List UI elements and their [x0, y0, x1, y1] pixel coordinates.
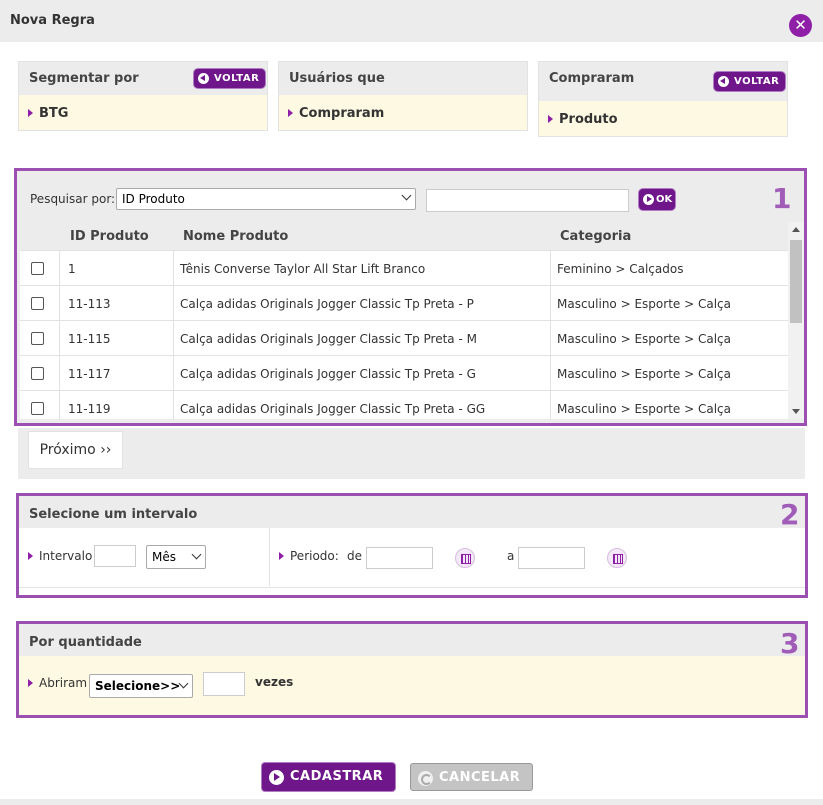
- cell-id: 11-113: [68, 297, 111, 311]
- close-button[interactable]: ✕: [789, 14, 812, 37]
- pager-bar: Próximo ››: [18, 428, 805, 479]
- play-icon: [269, 770, 284, 785]
- crumb-label: Segmentar por: [29, 71, 139, 86]
- bullet-arrow-icon: [28, 679, 33, 687]
- table-row[interactable]: 11-115 Calça adidas Originals Jogger Cla…: [20, 320, 791, 355]
- voltar-button[interactable]: VOLTAR: [714, 72, 786, 91]
- column-header: Nome Produto: [183, 229, 289, 244]
- cell-category: Masculino > Esporte > Calça: [557, 367, 731, 381]
- dialog-titlebar: Nova Regra ✕: [0, 0, 823, 42]
- crumb-segmentar: Segmentar por VOLTAR BTG: [18, 61, 268, 131]
- cadastrar-button[interactable]: CADASTRAR: [262, 763, 395, 791]
- calendar-icon[interactable]: [607, 548, 627, 568]
- cell-category: Feminino > Calçados: [557, 262, 684, 276]
- cell-id: 1: [68, 262, 76, 276]
- table-row[interactable]: 11-117 Calça adidas Originals Jogger Cla…: [20, 355, 791, 390]
- column-divider: [550, 250, 551, 419]
- cell-category: Masculino > Esporte > Calça: [557, 297, 731, 311]
- column-header: ID Produto: [70, 229, 149, 244]
- table-row[interactable]: 11-113 Calça adidas Originals Jogger Cla…: [20, 285, 791, 320]
- row-checkbox[interactable]: [31, 402, 44, 415]
- bullet-arrow-icon: [288, 109, 293, 117]
- cell-id: 11-117: [68, 367, 111, 381]
- column-header: Categoria: [560, 229, 632, 244]
- times-label: vezes: [255, 675, 294, 689]
- back-arrow-icon: [718, 76, 729, 87]
- crumb-compraram: Compraram VOLTAR Produto: [538, 61, 788, 137]
- ok-button[interactable]: OK: [639, 189, 675, 210]
- bullet-arrow-icon: [28, 552, 33, 560]
- from-label: de: [347, 549, 362, 563]
- row-checkbox[interactable]: [31, 297, 44, 310]
- crumb-label: Usuários que: [289, 71, 385, 86]
- panel-divider: [269, 528, 270, 586]
- cell-name: Calça adidas Originals Jogger Classic Tp…: [180, 367, 476, 381]
- cell-name: Calça adidas Originals Jogger Classic Tp…: [180, 332, 477, 346]
- step-number: 3: [780, 627, 800, 660]
- cell-name: Tênis Converse Taylor All Star Lift Bran…: [180, 262, 426, 276]
- cancelar-button[interactable]: CANCELAR: [410, 763, 533, 791]
- cell-category: Masculino > Esporte > Calça: [557, 402, 731, 416]
- bullet-arrow-icon: [279, 552, 284, 560]
- scroll-thumb[interactable]: [790, 240, 802, 323]
- product-table: ID Produto Nome Produto Categoria 1 Têni…: [20, 222, 791, 419]
- dialog-footer: [0, 799, 823, 805]
- row-checkbox[interactable]: [31, 367, 44, 380]
- interval-unit-select[interactable]: Mês: [146, 545, 206, 569]
- step-number: 1: [772, 182, 792, 215]
- step-number: 2: [780, 498, 800, 531]
- crumb-value: Produto: [559, 112, 618, 127]
- interval-input[interactable]: [94, 545, 136, 567]
- interval-label: Intervalo: [39, 549, 93, 563]
- chevron-down-icon: [191, 549, 202, 560]
- crumb-usuarios: Usuários que Compraram: [278, 61, 528, 131]
- panel-title: Selecione um intervalo: [29, 507, 198, 522]
- quantity-operator-select[interactable]: Selecione>>: [89, 674, 193, 698]
- dialog-title: Nova Regra: [10, 13, 95, 28]
- period-label: Periodo:: [290, 549, 339, 563]
- quantity-count-input[interactable]: [203, 672, 245, 696]
- table-row[interactable]: 1 Tênis Converse Taylor All Star Lift Br…: [20, 250, 791, 285]
- search-field-select[interactable]: ID Produto: [116, 188, 416, 210]
- bullet-arrow-icon: [548, 115, 553, 123]
- cell-category: Masculino > Esporte > Calça: [557, 332, 731, 346]
- cell-name: Calça adidas Originals Jogger Classic Tp…: [180, 402, 486, 416]
- play-icon: [643, 194, 654, 205]
- table-row[interactable]: 11-119 Calça adidas Originals Jogger Cla…: [20, 390, 791, 419]
- row-checkbox[interactable]: [31, 332, 44, 345]
- period-to-input[interactable]: [518, 547, 585, 569]
- cell-id: 11-119: [68, 402, 111, 416]
- bullet-arrow-icon: [28, 109, 33, 117]
- panel-title: Por quantidade: [29, 635, 142, 650]
- product-search-panel: 1 Pesquisar por: ID Produto OK ID Produt…: [14, 168, 807, 426]
- interval-panel: Selecione um intervalo 2 Intervalo Mês P…: [16, 493, 808, 598]
- refresh-icon: [418, 771, 433, 786]
- next-page-button[interactable]: Próximo ››: [28, 431, 123, 469]
- scroll-down-icon[interactable]: [792, 409, 800, 414]
- column-divider: [173, 250, 174, 419]
- cell-id: 11-115: [68, 332, 111, 346]
- calendar-icon[interactable]: [455, 548, 475, 568]
- panel-divider: [19, 587, 805, 588]
- crumb-label: Compraram: [549, 71, 635, 86]
- table-scrollbar[interactable]: [788, 222, 804, 419]
- search-label: Pesquisar por:: [30, 192, 116, 206]
- quantity-panel: Por quantidade 3 Abriram Selecione>> vez…: [16, 621, 808, 718]
- cell-name: Calça adidas Originals Jogger Classic Tp…: [180, 297, 474, 311]
- table-header: ID Produto Nome Produto Categoria: [20, 222, 791, 250]
- crumb-value: Compraram: [299, 106, 385, 121]
- voltar-button[interactable]: VOLTAR: [194, 69, 266, 88]
- opened-label: Abriram: [39, 676, 88, 690]
- chevron-down-icon: [401, 190, 412, 201]
- back-arrow-icon: [198, 73, 209, 84]
- period-from-input[interactable]: [366, 547, 433, 569]
- scroll-up-icon[interactable]: [792, 227, 800, 232]
- search-input[interactable]: [426, 189, 629, 212]
- to-label: a: [507, 549, 515, 563]
- crumb-value: BTG: [39, 106, 69, 121]
- row-checkbox[interactable]: [31, 262, 44, 275]
- close-icon: ✕: [794, 16, 807, 34]
- column-divider: [59, 250, 60, 419]
